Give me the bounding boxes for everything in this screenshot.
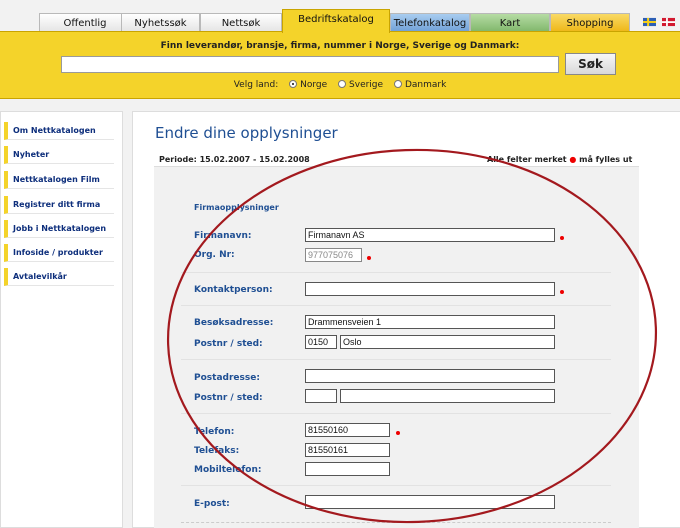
country-option-sverige[interactable]: Sverige: [338, 80, 383, 90]
required-dot-icon: [367, 256, 371, 260]
orgnr-field: 977075076: [305, 248, 362, 262]
postnr-sted-label: Postnr / sted:: [194, 339, 263, 349]
sidebar-item-infoside[interactable]: Infoside / produkter: [4, 244, 114, 262]
required-note-prefix: Alle felter merket: [487, 155, 567, 164]
divider: [181, 305, 611, 306]
sidebar-item-om-nettkatalogen[interactable]: Om Nettkatalogen: [4, 122, 114, 140]
country-name: Sverige: [349, 80, 384, 90]
page: Offentlig Nyhetssøk Nettsøk Bedriftskata…: [0, 0, 680, 528]
search-button[interactable]: Søk: [565, 53, 616, 75]
besoksadresse-field[interactable]: Drammensveien 1: [305, 315, 555, 329]
sted-field-2[interactable]: [340, 389, 555, 403]
sidebar-item-avtalevilkar[interactable]: Avtalevilkår: [4, 268, 114, 286]
search-panel: Finn leverandør, bransje, firma, nummer …: [0, 31, 680, 99]
top-tab-bar: Offentlig Nyhetssøk Nettsøk Bedriftskata…: [0, 9, 680, 33]
postadresse-field[interactable]: [305, 369, 555, 383]
period-text: Periode: 15.02.2007 - 15.02.2008: [159, 155, 310, 164]
section-firmaopplysninger: Firmaopplysninger: [194, 203, 279, 212]
sidebar-item-nyheter[interactable]: Nyheter: [4, 146, 114, 164]
sweden-flag-icon[interactable]: [643, 17, 656, 27]
search-input[interactable]: [61, 56, 559, 73]
divider: [181, 413, 611, 414]
besoksadresse-label: Besøksadresse:: [194, 318, 274, 328]
tab-kart[interactable]: Kart: [470, 13, 550, 32]
mobiltelefon-label: Mobiltelefon:: [194, 465, 262, 475]
sidebar-item-film[interactable]: Nettkatalogen Film: [4, 171, 114, 189]
tab-nyhetssok[interactable]: Nyhetssøk: [121, 13, 200, 32]
orgnr-label: Org. Nr:: [194, 250, 235, 260]
sidebar-item-registrer[interactable]: Registrer ditt firma: [4, 196, 114, 214]
telefaks-label: Telefaks:: [194, 446, 240, 456]
denmark-flag-icon[interactable]: [662, 17, 675, 27]
telefon-label: Telefon:: [194, 427, 235, 437]
required-dot-icon: [560, 290, 564, 294]
country-selector: Velg land: Norge Sverige Danmark: [0, 80, 680, 90]
postnr-field[interactable]: 0150: [305, 335, 337, 349]
telefaks-field[interactable]: 81550161: [305, 443, 390, 457]
divider: [181, 272, 611, 273]
country-name: Norge: [300, 80, 328, 90]
sidebar-item-jobb[interactable]: Jobb i Nettkatalogen: [4, 220, 114, 238]
postadresse-label: Postadresse:: [194, 373, 260, 383]
telefon-field[interactable]: 81550160: [305, 423, 390, 437]
divider: [181, 485, 611, 486]
required-note-suffix: må fylles ut: [579, 155, 633, 164]
divider: [181, 359, 611, 360]
country-option-danmark[interactable]: Danmark: [393, 80, 447, 90]
search-heading: Finn leverandør, bransje, firma, nummer …: [160, 41, 520, 51]
page-title: Endre dine opplysninger: [155, 124, 338, 142]
mobiltelefon-field[interactable]: [305, 462, 390, 476]
required-note: Alle felter merket ● må fylles ut: [487, 155, 632, 164]
kontaktperson-label: Kontaktperson:: [194, 285, 273, 295]
tab-nettsok[interactable]: Nettsøk: [200, 13, 282, 32]
country-name: Danmark: [404, 80, 447, 90]
radio-icon[interactable]: [338, 80, 347, 88]
divider: [181, 522, 611, 523]
radio-selected-icon[interactable]: [289, 80, 298, 88]
required-dot-icon: ●: [569, 155, 577, 164]
kontaktperson-field[interactable]: [305, 282, 555, 296]
epost-field[interactable]: [305, 495, 555, 509]
country-option-norge[interactable]: Norge: [289, 80, 327, 90]
tab-shopping[interactable]: Shopping: [550, 13, 630, 32]
postnr-field-2[interactable]: [305, 389, 337, 403]
postnr-sted-label-2: Postnr / sted:: [194, 393, 263, 403]
epost-label: E-post:: [194, 499, 230, 509]
required-dot-icon: [396, 431, 400, 435]
firmanavn-field[interactable]: Firmanavn AS: [305, 228, 555, 242]
sted-field[interactable]: Oslo: [340, 335, 555, 349]
tab-bedriftskatalog[interactable]: Bedriftskatalog: [282, 9, 390, 33]
tab-offentlig[interactable]: Offentlig: [39, 13, 131, 32]
radio-icon[interactable]: [393, 80, 402, 88]
firmanavn-label: Firmanavn:: [194, 231, 252, 241]
country-label: Velg land:: [233, 80, 279, 90]
tab-telefonkatalog[interactable]: Telefonkatalog: [390, 13, 470, 32]
required-dot-icon: [560, 236, 564, 240]
